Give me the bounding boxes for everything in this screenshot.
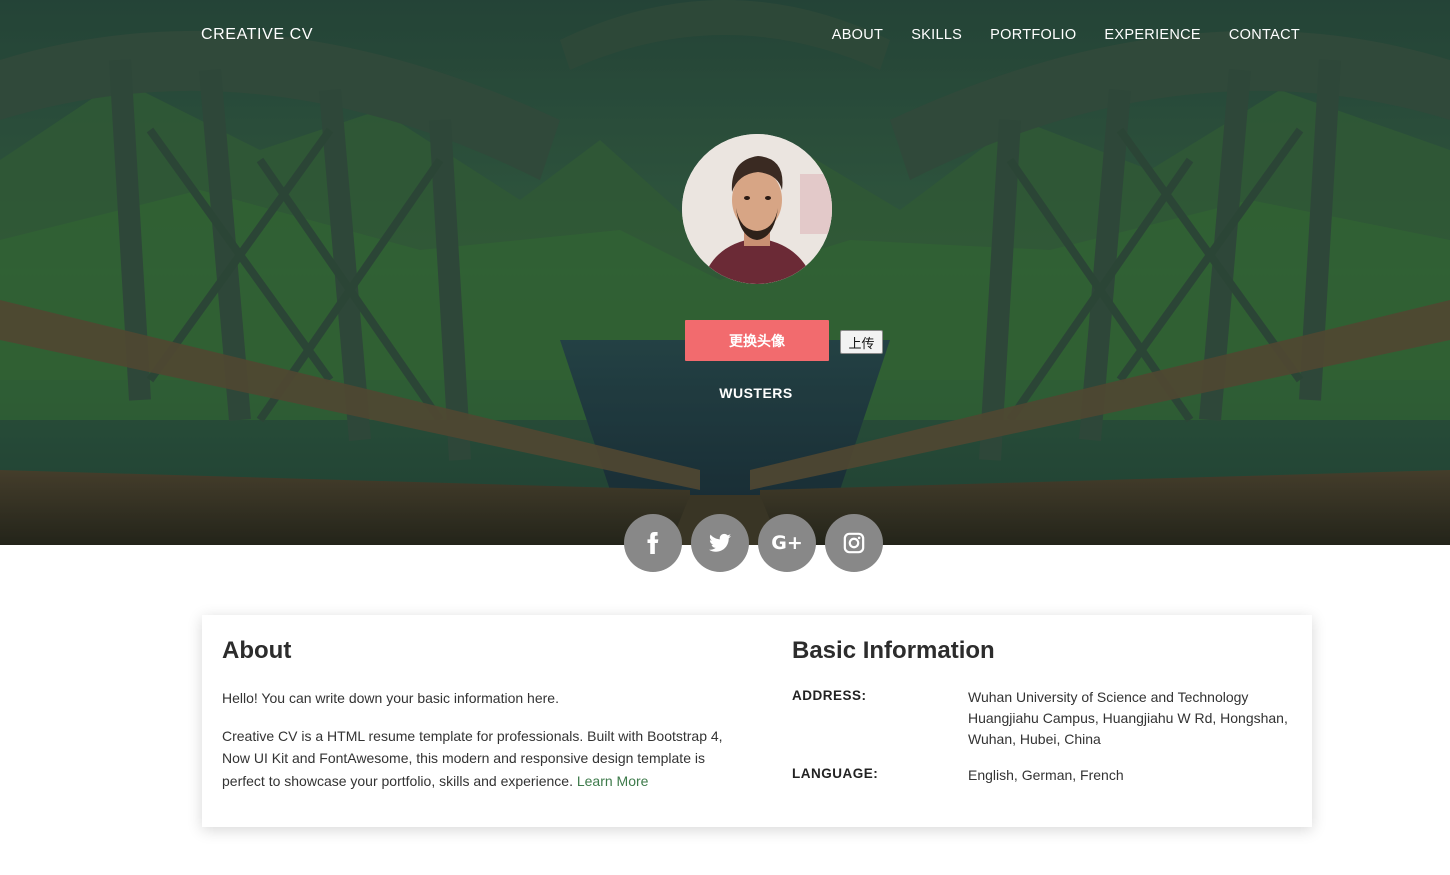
info-row-address: ADDRESS: Wuhan University of Science and… [792,687,1302,750]
instagram-icon [843,532,865,554]
hero-banner: CREATIVE CV ABOUT SKILLS PORTFOLIO EXPER… [0,0,1450,545]
nav-link-about[interactable]: ABOUT [832,27,883,43]
google-plus-button[interactable]: G+ [758,514,816,572]
about-heading: About [222,637,292,664]
upload-button[interactable]: 上传 [840,330,883,354]
basic-info-heading: Basic Information [792,637,995,664]
language-value: English, German, French [968,767,1124,783]
google-plus-icon: G+ [771,532,803,554]
address-label: ADDRESS: [792,688,867,703]
about-section: About Hello! You can write down your bas… [222,637,727,792]
change-avatar-button[interactable]: 更换头像 [685,320,829,361]
about-card: About Hello! You can write down your bas… [202,615,1312,827]
about-intro: Hello! You can write down your basic inf… [222,690,559,706]
profile-name: WUSTERS [719,385,793,401]
twitter-icon [709,533,731,552]
address-value: Wuhan University of Science and Technolo… [968,689,1288,747]
nav-link-contact[interactable]: CONTACT [1229,27,1300,43]
social-links: G+ [624,514,883,572]
info-row-language: LANGUAGE: English, German, French [792,765,1302,786]
about-description: Creative CV is a HTML resume template fo… [222,725,727,793]
learn-more-link[interactable]: Learn More [577,773,649,789]
twitter-button[interactable] [691,514,749,572]
nav-link-skills[interactable]: SKILLS [911,27,962,43]
brand-logo[interactable]: CREATIVE CV [201,26,313,44]
nav-link-experience[interactable]: EXPERIENCE [1104,27,1200,43]
facebook-button[interactable] [624,514,682,572]
avatar-photo [682,134,832,284]
nav-link-portfolio[interactable]: PORTFOLIO [990,27,1076,43]
avatar [682,134,832,284]
basic-info-section: Basic Information ADDRESS: Wuhan Univers… [792,637,1302,786]
language-label: LANGUAGE: [792,766,879,781]
facebook-icon [647,532,659,554]
instagram-button[interactable] [825,514,883,572]
main-nav: ABOUT SKILLS PORTFOLIO EXPERIENCE CONTAC… [832,27,1300,43]
